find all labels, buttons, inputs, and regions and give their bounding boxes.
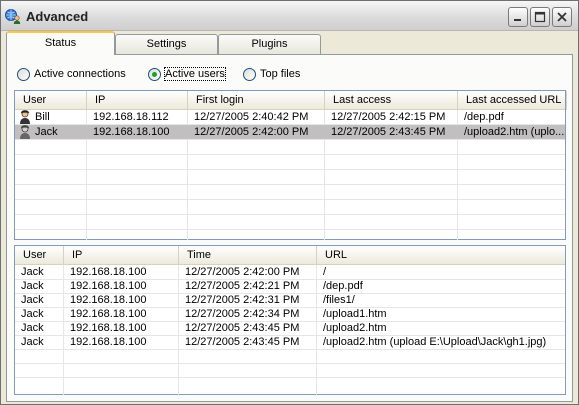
grid-line — [15, 349, 565, 350]
status-panel: Active connections Active users Top file… — [6, 54, 573, 402]
table-header: User IP First login Last access Last acc… — [15, 91, 567, 110]
grid-line — [15, 139, 565, 140]
column-header-time[interactable]: Time — [179, 246, 317, 265]
column-header-first-login[interactable]: First login — [188, 91, 325, 110]
cell-user: Jack — [21, 266, 44, 278]
request-log-table[interactable]: User IP Time URL Jack 192.168.18.100 12/… — [14, 245, 566, 395]
cell-time: 12/27/2005 2:42:21 PM — [185, 280, 300, 292]
advanced-window: Advanced Status Settings Plugins Active … — [0, 0, 579, 405]
cell-url: / — [323, 266, 327, 278]
column-header-ip[interactable]: IP — [64, 246, 179, 265]
active-users-table[interactable]: User IP First login Last access Last acc… — [14, 90, 567, 240]
tab-strip: Status Settings Plugins — [1, 31, 578, 55]
cell-user: Jack — [21, 336, 44, 348]
maximize-button[interactable] — [530, 7, 550, 27]
grid-line — [15, 154, 565, 155]
close-button[interactable] — [552, 7, 572, 27]
cell-ip: 192.168.18.100 — [70, 266, 147, 278]
table-row[interactable]: Jack 192.168.18.100 12/27/2005 2:43:45 P… — [15, 335, 565, 349]
table-row[interactable]: Jack 192.168.18.100 12/27/2005 2:42:21 P… — [15, 279, 565, 293]
column-header-last-url[interactable]: Last accessed URL — [458, 91, 567, 110]
cell-last-access: 12/27/2005 2:42:15 PM — [331, 111, 446, 123]
cell-url: /dep.pdf — [323, 280, 363, 292]
table-header: User IP Time URL — [15, 246, 565, 265]
tab-status[interactable]: Status — [6, 31, 115, 55]
tab-settings[interactable]: Settings — [115, 34, 218, 54]
cell-user: Jack — [21, 308, 44, 320]
cell-last-url: /upload2.htm (uplo... — [464, 126, 565, 138]
column-header-user[interactable]: User — [15, 91, 87, 110]
column-header-last-access[interactable]: Last access — [325, 91, 458, 110]
grid-line — [15, 199, 565, 200]
cell-first-login: 12/27/2005 2:40:42 PM — [194, 111, 309, 123]
radio-active-connections[interactable]: Active connections — [17, 67, 137, 83]
radio-circle — [243, 68, 256, 81]
cell-time: 12/27/2005 2:43:45 PM — [185, 336, 300, 348]
cell-url: /upload2.htm — [323, 322, 387, 334]
cell-url: /files1/ — [323, 294, 355, 306]
table-row[interactable]: Jack 192.168.18.100 12/27/2005 2:42:34 P… — [15, 307, 565, 321]
column-header-url[interactable]: URL — [317, 246, 567, 265]
cell-ip: 192.168.18.100 — [70, 294, 147, 306]
tab-plugins[interactable]: Plugins — [218, 34, 321, 54]
cell-user: Bill — [35, 111, 50, 123]
cell-last-access: 12/27/2005 2:43:45 PM — [331, 126, 446, 138]
cell-user: Jack — [35, 126, 58, 138]
radio-circle — [17, 68, 30, 81]
window-title: Advanced — [26, 9, 89, 24]
cell-ip: 192.168.18.100 — [70, 308, 147, 320]
radio-label: Top files — [260, 68, 301, 80]
cell-ip: 192.168.18.100 — [93, 126, 170, 138]
table-row-selected[interactable]: Jack 192.168.18.100 12/27/2005 2:42:00 P… — [15, 125, 565, 139]
cell-user: Jack — [21, 322, 44, 334]
grid-line — [15, 169, 565, 170]
radio-label: Active users — [164, 67, 226, 81]
table-row[interactable]: Jack 192.168.18.100 12/27/2005 2:42:00 P… — [15, 265, 565, 279]
title-bar[interactable]: Advanced — [1, 1, 578, 31]
grid-line — [15, 184, 565, 185]
globe-user-icon — [5, 9, 21, 24]
radio-dot — [152, 72, 157, 77]
cell-last-url: /dep.pdf — [464, 111, 504, 123]
cell-user: Jack — [21, 280, 44, 292]
maximize-icon — [534, 11, 546, 23]
user-icon — [20, 110, 30, 124]
cell-url: /upload1.htm — [323, 308, 387, 320]
cell-ip: 192.168.18.100 — [70, 336, 147, 348]
close-icon — [557, 12, 567, 22]
cell-time: 12/27/2005 2:42:31 PM — [185, 294, 300, 306]
cell-url: /upload2.htm (upload E:\Upload\Jack\gh1.… — [323, 336, 547, 348]
cell-time: 12/27/2005 2:42:34 PM — [185, 308, 300, 320]
column-header-user[interactable]: User — [15, 246, 64, 265]
cell-time: 12/27/2005 2:43:45 PM — [185, 322, 300, 334]
grid-line — [15, 214, 565, 215]
table-row[interactable]: Jack 192.168.18.100 12/27/2005 2:43:45 P… — [15, 321, 565, 335]
cell-ip: 192.168.18.100 — [70, 322, 147, 334]
minimize-icon — [514, 19, 521, 21]
radio-circle — [148, 68, 161, 81]
cell-user: Jack — [21, 294, 44, 306]
radio-top-files[interactable]: Top files — [243, 67, 313, 83]
column-header-ip[interactable]: IP — [87, 91, 188, 110]
radio-label: Active connections — [34, 68, 126, 80]
user-icon — [20, 125, 30, 139]
table-row[interactable]: Jack 192.168.18.100 12/27/2005 2:42:31 P… — [15, 293, 565, 307]
cell-ip: 192.168.18.100 — [70, 280, 147, 292]
grid-line — [15, 377, 565, 378]
table-row[interactable]: Bill 192.168.18.112 12/27/2005 2:40:42 P… — [15, 110, 565, 124]
grid-line — [15, 229, 565, 230]
cell-time: 12/27/2005 2:42:00 PM — [185, 266, 300, 278]
radio-active-users[interactable]: Active users — [148, 67, 238, 83]
cell-ip: 192.168.18.112 — [93, 111, 169, 123]
cell-first-login: 12/27/2005 2:42:00 PM — [194, 126, 309, 138]
minimize-button[interactable] — [508, 7, 528, 27]
grid-line — [15, 363, 565, 364]
